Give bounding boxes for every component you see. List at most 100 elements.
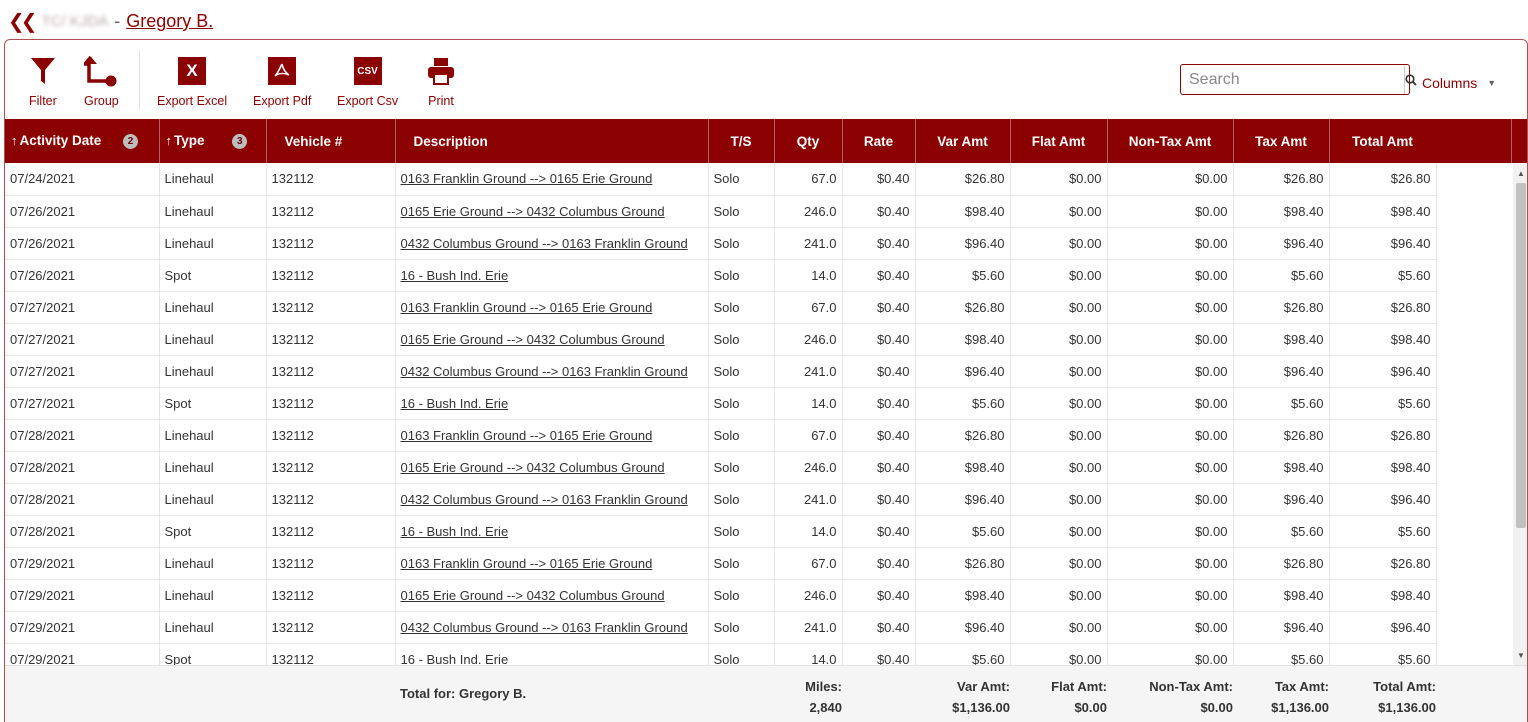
cell-tax-amt: $98.40 (1233, 323, 1330, 356)
header-type[interactable]: ↑ Type 3 (159, 119, 267, 163)
table-row[interactable]: 07/27/2021 Linehaul 132112 0163 Franklin Gr… (5, 291, 1437, 324)
cell-total-amt: $96.40 (1329, 611, 1437, 644)
printer-icon (426, 54, 456, 88)
header-rate[interactable]: Rate (842, 119, 916, 163)
table-row[interactable]: 07/27/2021 Linehaul 132112 0165 Erie Ground… (5, 323, 1437, 356)
cell-nontax-amt: $0.00 (1107, 515, 1234, 548)
breadcrumb-current-link[interactable]: Gregory B. (126, 11, 213, 32)
cell-vehicle: 132112 (266, 611, 396, 644)
breadcrumb-parent[interactable]: TC/ KJDA (42, 13, 109, 30)
cell-tax-amt: $96.40 (1233, 611, 1330, 644)
header-total-amt[interactable]: Total Amt (1329, 119, 1437, 163)
filter-label: Filter (29, 94, 57, 108)
cell-type: Linehaul (159, 163, 267, 196)
cell-total-amt: $98.40 (1329, 195, 1437, 228)
pdf-icon (268, 54, 297, 88)
cell-ts: Solo (708, 547, 775, 580)
cell-type: Linehaul (159, 483, 267, 516)
scroll-down-icon[interactable]: ▼ (1513, 649, 1527, 663)
filter-button[interactable]: Filter (29, 54, 57, 108)
header-activity-date[interactable]: ↑ Activity Date 2 (5, 119, 160, 163)
scroll-up-icon[interactable]: ▲ (1513, 167, 1527, 181)
table-row[interactable]: 07/28/2021 Linehaul 132112 0163 Franklin Gr… (5, 419, 1437, 452)
table-row[interactable]: 07/29/2021 Spot 132112 16 - Bush Ind. Erie S… (5, 643, 1437, 665)
table-row[interactable]: 07/27/2021 Linehaul 132112 0432 Columbus Gr… (5, 355, 1437, 388)
description-link[interactable]: 0163 Franklin Ground --> 0165 Erie Groun… (395, 291, 709, 324)
header-qty[interactable]: Qty (774, 119, 843, 163)
description-link[interactable]: 0163 Franklin Ground --> 0165 Erie Groun… (395, 419, 709, 452)
table-row[interactable]: 07/29/2021 Linehaul 132112 0432 Columbus Gr… (5, 611, 1437, 644)
table-row[interactable]: 07/27/2021 Spot 132112 16 - Bush Ind. Erie S… (5, 387, 1437, 420)
table-row[interactable]: 07/29/2021 Linehaul 132112 0165 Erie Ground… (5, 579, 1437, 612)
description-link[interactable]: 0432 Columbus Ground --> 0163 Franklin G… (395, 483, 709, 516)
table-row[interactable]: 07/28/2021 Linehaul 132112 0432 Columbus Gr… (5, 483, 1437, 516)
cell-nontax-amt: $0.00 (1107, 643, 1234, 665)
header-nontax-amt[interactable]: Non-Tax Amt (1107, 119, 1234, 163)
scrollbar-thumb[interactable] (1516, 183, 1526, 528)
header-var-amt[interactable]: Var Amt (915, 119, 1011, 163)
columns-dropdown[interactable]: Columns ▼ (1422, 75, 1496, 91)
search-icon[interactable] (1404, 65, 1417, 94)
description-link[interactable]: 16 - Bush Ind. Erie (395, 387, 709, 420)
export-csv-button[interactable]: CSV Export Csv (337, 54, 398, 108)
cell-total-amt: $5.60 (1329, 387, 1437, 420)
description-link[interactable]: 0163 Franklin Ground --> 0165 Erie Groun… (395, 163, 709, 196)
table-row[interactable]: 07/26/2021 Linehaul 132112 0432 Columbus Gr… (5, 227, 1437, 260)
flat-amt-total: Flat Amt: $0.00 (1051, 679, 1107, 715)
cell-total-amt: $5.60 (1329, 259, 1437, 292)
vertical-scrollbar[interactable]: ▲ ▼ (1513, 163, 1527, 665)
cell-ts: Solo (708, 355, 775, 388)
header-flat-amt[interactable]: Flat Amt (1010, 119, 1108, 163)
cell-flat-amt: $0.00 (1010, 195, 1108, 228)
table-row[interactable]: 07/26/2021 Linehaul 132112 0165 Erie Ground… (5, 195, 1437, 228)
cell-var-amt: $98.40 (915, 579, 1011, 612)
cell-vehicle: 132112 (266, 515, 396, 548)
description-link[interactable]: 0165 Erie Ground --> 0432 Columbus Groun… (395, 195, 709, 228)
cell-tax-amt: $98.40 (1233, 195, 1330, 228)
description-link[interactable]: 0432 Columbus Ground --> 0163 Franklin G… (395, 355, 709, 388)
print-button[interactable]: Print (426, 54, 456, 108)
cell-vehicle: 132112 (266, 419, 396, 452)
group-button[interactable]: Group (84, 54, 119, 108)
cell-total-amt: $96.40 (1329, 355, 1437, 388)
caret-down-icon: ▼ (1487, 78, 1497, 88)
cell-vehicle: 132112 (266, 323, 396, 356)
cell-ts: Solo (708, 163, 775, 196)
cell-ts: Solo (708, 611, 775, 644)
header-ts[interactable]: T/S (708, 119, 775, 163)
description-link[interactable]: 0165 Erie Ground --> 0432 Columbus Groun… (395, 323, 709, 356)
description-link[interactable]: 0165 Erie Ground --> 0432 Columbus Groun… (395, 579, 709, 612)
export-pdf-button[interactable]: Export Pdf (253, 54, 311, 108)
description-link[interactable]: 0165 Erie Ground --> 0432 Columbus Groun… (395, 451, 709, 484)
header-vehicle[interactable]: Vehicle # (266, 119, 396, 163)
cell-type: Linehaul (159, 227, 267, 260)
description-link[interactable]: 0432 Columbus Ground --> 0163 Franklin G… (395, 611, 709, 644)
cell-nontax-amt: $0.00 (1107, 259, 1234, 292)
header-tax-amt[interactable]: Tax Amt (1233, 119, 1330, 163)
description-link[interactable]: 0163 Franklin Ground --> 0165 Erie Groun… (395, 547, 709, 580)
cell-type: Linehaul (159, 355, 267, 388)
total-label: Total for: Gregory B. (400, 686, 527, 701)
cell-type: Linehaul (159, 451, 267, 484)
search-input[interactable] (1181, 65, 1404, 94)
description-link[interactable]: 16 - Bush Ind. Erie (395, 643, 709, 665)
cell-ts: Solo (708, 291, 775, 324)
cell-type: Linehaul (159, 419, 267, 452)
table-row[interactable]: 07/26/2021 Spot 132112 16 - Bush Ind. Erie S… (5, 259, 1437, 292)
export-excel-button[interactable]: X Export Excel (157, 54, 227, 108)
table-row[interactable]: 07/29/2021 Linehaul 132112 0163 Franklin Gr… (5, 547, 1437, 580)
description-link[interactable]: 0432 Columbus Ground --> 0163 Franklin G… (395, 227, 709, 260)
header-description[interactable]: Description (395, 119, 709, 163)
description-link[interactable]: 16 - Bush Ind. Erie (395, 259, 709, 292)
cell-vehicle: 132112 (266, 387, 396, 420)
table-row[interactable]: 07/28/2021 Linehaul 132112 0165 Erie Ground… (5, 451, 1437, 484)
cell-rate: $0.40 (842, 259, 916, 292)
cell-activity-date: 07/26/2021 (5, 195, 160, 228)
table-row[interactable]: 07/28/2021 Spot 132112 16 - Bush Ind. Erie S… (5, 515, 1437, 548)
description-link[interactable]: 16 - Bush Ind. Erie (395, 515, 709, 548)
table-row[interactable]: 07/24/2021 Linehaul 132112 0163 Franklin Gr… (5, 163, 1437, 196)
double-chevron-left-icon[interactable]: ❮❮ (8, 9, 37, 34)
cell-tax-amt: $98.40 (1233, 451, 1330, 484)
cell-total-amt: $98.40 (1329, 579, 1437, 612)
breadcrumb-separator: - (114, 10, 121, 31)
